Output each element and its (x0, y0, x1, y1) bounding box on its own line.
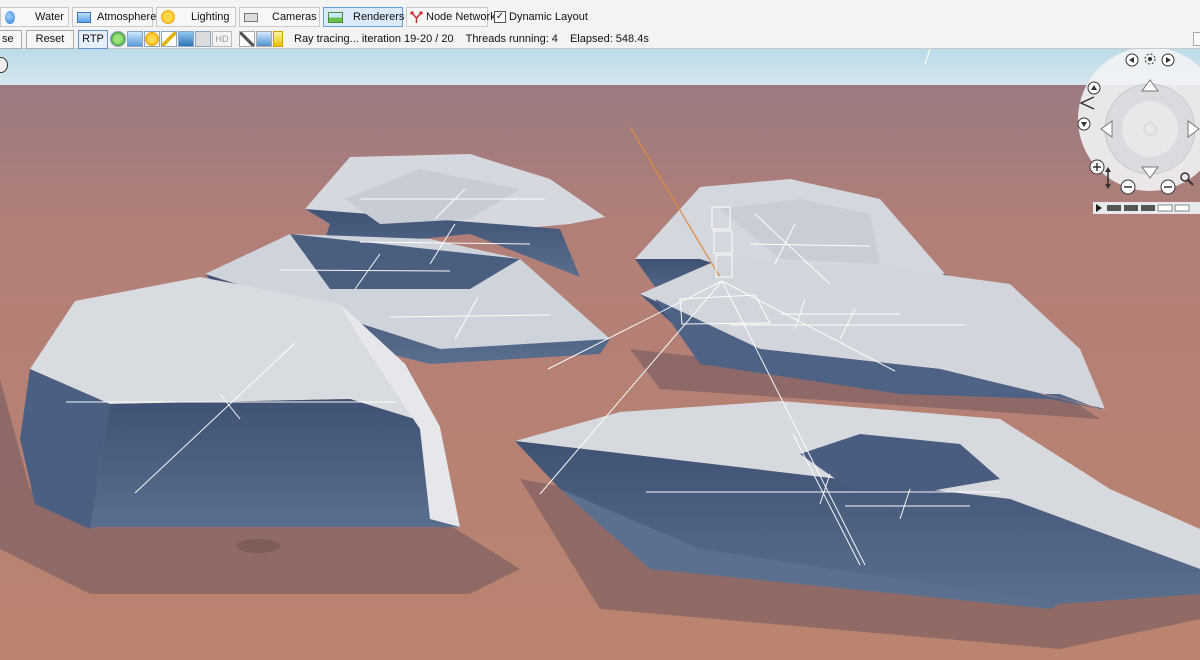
magnifier-icon[interactable] (1179, 171, 1195, 187)
zoom-in-icon[interactable] (1089, 159, 1105, 175)
atmosphere-icon (77, 11, 91, 23)
render-progress-text: Ray tracing... iteration 19-20 / 20 (294, 33, 454, 45)
toolbar-tabs: Water Atmosphere Lighting Cameras Render… (0, 6, 588, 28)
tab-renderers[interactable]: Renderers (323, 7, 405, 27)
render-viewport[interactable] (0, 49, 1200, 660)
tilt-up-icon[interactable] (1087, 81, 1101, 95)
tab-lighting[interactable]: Lighting (156, 7, 236, 27)
renderer-icon (328, 11, 343, 23)
tab-node-network-label: Node Network (426, 11, 496, 23)
preview-water-icon[interactable] (178, 31, 194, 47)
preview-gear-icon[interactable] (195, 31, 211, 47)
dynamic-layout-label: Dynamic Layout (509, 11, 588, 23)
tab-cameras[interactable]: Cameras (239, 7, 320, 27)
tab-water-label: Water (35, 11, 64, 23)
pause-button[interactable]: se (0, 29, 22, 49)
sky (0, 49, 1200, 89)
rtp-button[interactable]: RTP (78, 29, 108, 49)
preview-sun-icon[interactable] (144, 31, 160, 47)
preview-sky-icon[interactable] (127, 31, 143, 47)
tab-node-network[interactable]: Node Network (406, 7, 496, 27)
tab-water[interactable]: Water (0, 7, 69, 27)
reset-button-label: Reset (35, 33, 65, 45)
hd-toggle[interactable]: HD (212, 31, 232, 47)
toolbar: Water Atmosphere Lighting Cameras Render… (0, 0, 1200, 49)
render-controls: se Reset RTP HD Ray tracing... iteration… (0, 28, 1200, 50)
rtp-button-label: RTP (82, 33, 104, 45)
preview-filter-icon[interactable] (161, 31, 177, 47)
dynamic-layout-checkbox[interactable]: ✓ Dynamic Layout (494, 7, 588, 27)
bar-icon[interactable] (273, 31, 283, 47)
dolly-out-icon[interactable] (1160, 179, 1176, 195)
orbit-dial[interactable] (1100, 79, 1200, 179)
rendered-scene (0, 49, 1200, 660)
rotate-buttons[interactable] (1125, 52, 1175, 68)
tab-renderers-label: Renderers (353, 11, 405, 23)
panel-toggle-icon[interactable] (1193, 32, 1200, 46)
water-drop-icon (5, 10, 15, 24)
zoom-out-icon[interactable] (1120, 179, 1136, 195)
speed-slider[interactable] (1093, 202, 1200, 214)
tab-cameras-label: Cameras (272, 11, 317, 23)
reset-button[interactable]: Reset (26, 29, 74, 49)
preview-sphere-icon[interactable] (110, 31, 126, 47)
height-arrows-icon[interactable] (1104, 167, 1112, 189)
node-network-icon (410, 10, 423, 23)
sun-icon (161, 10, 175, 24)
ground-smudge (236, 539, 280, 553)
navigation-widget (1075, 47, 1200, 222)
tab-atmosphere[interactable]: Atmosphere (72, 7, 157, 27)
brush-icon[interactable] (239, 31, 255, 47)
camera-icon (244, 12, 258, 22)
tab-lighting-label: Lighting (191, 11, 230, 23)
elapsed-time-text: Elapsed: 548.4s (569, 33, 649, 45)
threads-running-text: Threads running: 4 (465, 33, 558, 45)
picker-icon[interactable] (256, 31, 272, 47)
tilt-down-icon[interactable] (1077, 117, 1091, 131)
field-of-view-icon[interactable] (1078, 95, 1096, 111)
checkbox-checked-icon: ✓ (494, 11, 506, 23)
tab-atmosphere-label: Atmosphere (97, 11, 157, 23)
pause-button-label: se (2, 33, 14, 45)
